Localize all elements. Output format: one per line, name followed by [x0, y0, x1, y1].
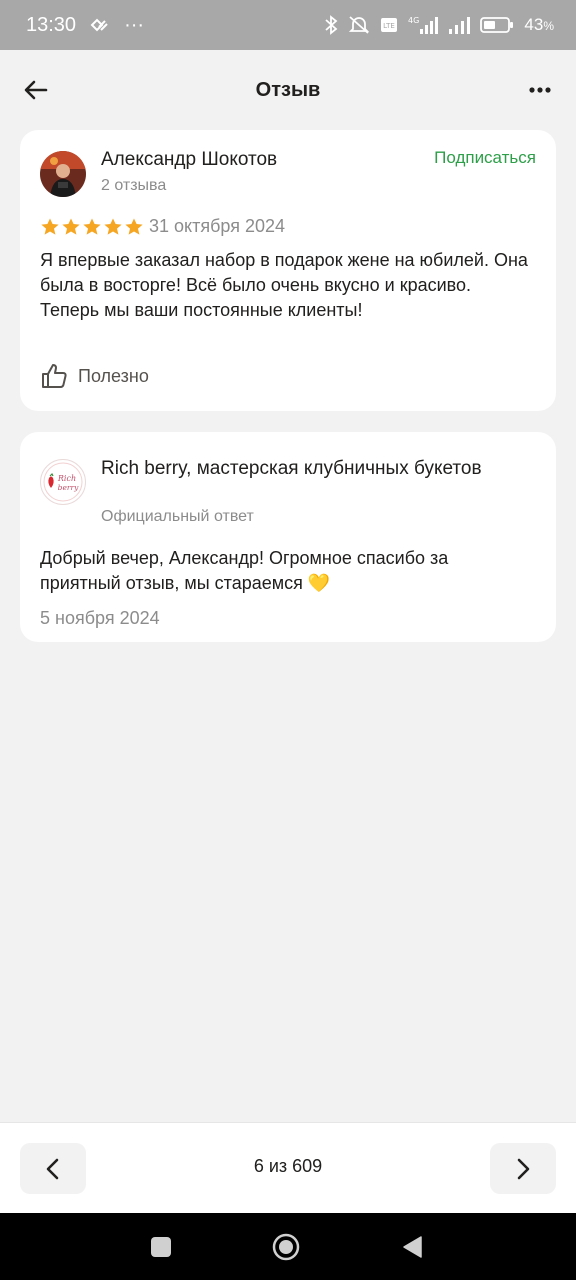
star-icon	[62, 218, 80, 235]
logo-text-berry: berry	[58, 483, 79, 492]
review-pager: 6 из 609	[0, 1122, 576, 1213]
official-reply-card: Rich berry Rich berry, мастерская клубни…	[20, 432, 556, 642]
star-icon	[41, 218, 59, 235]
user-photo-icon	[40, 151, 86, 197]
recent-apps-button[interactable]	[147, 1233, 175, 1261]
arrow-left-icon	[24, 80, 48, 100]
thumbs-up-icon	[42, 364, 67, 388]
battery-percent: 43%	[524, 15, 554, 35]
home-circle-icon	[272, 1233, 300, 1261]
battery-icon	[480, 16, 514, 34]
reply-text: Добрый вечер, Александр! Огромное спасиб…	[40, 548, 449, 593]
battery-unit: %	[543, 19, 554, 33]
review-author-name[interactable]: Александр Шокотов	[101, 149, 277, 171]
svg-text:LTE: LTE	[384, 22, 396, 30]
back-button[interactable]	[22, 76, 50, 104]
home-button[interactable]	[272, 1233, 300, 1261]
more-options-button[interactable]	[526, 76, 554, 104]
status-dots: ···	[124, 13, 145, 36]
star-icon	[83, 218, 101, 235]
svg-text:4G: 4G	[408, 16, 419, 25]
useful-label: Полезно	[78, 365, 149, 386]
top-app-bar: Отзыв	[0, 50, 576, 130]
volte-icon: LTE	[380, 17, 398, 33]
reply-date: 5 ноября 2024	[40, 608, 160, 628]
system-navigation-bar	[0, 1213, 576, 1280]
signal-icon	[448, 15, 471, 35]
star-icon	[125, 218, 143, 235]
system-back-button[interactable]	[398, 1233, 426, 1261]
company-name[interactable]: Rich berry, мастерская клубничных букето…	[101, 456, 521, 481]
rating-stars	[40, 217, 144, 237]
status-time: 13:30	[26, 13, 77, 36]
subscribe-button[interactable]: Подписаться	[434, 148, 536, 168]
bluetooth-icon	[324, 15, 338, 35]
chevron-right-icon	[517, 1158, 530, 1179]
useful-button[interactable]: Полезно	[40, 362, 149, 390]
more-horizontal-icon	[529, 87, 551, 93]
review-card: Александр Шокотов 2 отзыва Подписаться 3…	[20, 130, 556, 411]
logo-text-rich: Rich	[57, 474, 76, 483]
star-icon	[104, 218, 122, 235]
silent-mode-icon	[348, 15, 370, 35]
triangle-back-icon	[403, 1236, 422, 1258]
next-review-button[interactable]	[490, 1143, 556, 1194]
author-reviews-count: 2 отзыва	[101, 177, 167, 194]
official-reply-label: Официальный ответ	[101, 508, 254, 525]
review-date: 31 октября 2024	[149, 216, 286, 236]
review-text: Я впервые заказал набор в подарок жене н…	[40, 250, 528, 320]
rich-berry-logo-icon: Rich berry	[43, 462, 83, 502]
page-title: Отзыв	[255, 78, 321, 101]
signal-4g-icon: 4G	[408, 15, 439, 35]
company-logo[interactable]: Rich berry	[40, 459, 86, 505]
notification-icon	[90, 17, 110, 33]
status-bar: 13:30 ··· LTE 4G 43%	[0, 0, 576, 50]
square-icon	[151, 1237, 171, 1257]
avatar[interactable]	[40, 151, 86, 197]
battery-value: 43	[524, 15, 544, 34]
